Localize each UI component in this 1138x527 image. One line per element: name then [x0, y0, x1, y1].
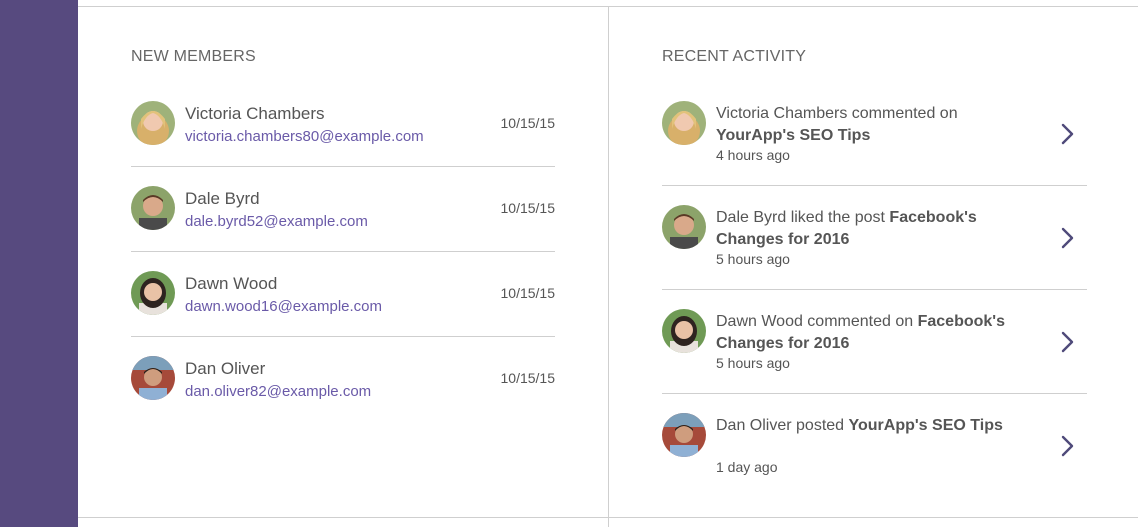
- activity-prefix: Victoria Chambers commented on: [716, 105, 958, 122]
- member-email-link[interactable]: dawn.wood16@example.com: [185, 298, 382, 315]
- sidebar: [0, 0, 78, 527]
- column-divider: [608, 6, 609, 527]
- activity-time: 4 hours ago: [716, 147, 790, 163]
- avatar: [662, 205, 706, 249]
- activity-description: Victoria Chambers commented on YourApp's…: [716, 103, 1016, 147]
- chevron-right-icon[interactable]: [1059, 331, 1075, 353]
- activity-target: YourApp's SEO Tips: [716, 127, 871, 144]
- chevron-right-icon[interactable]: [1059, 435, 1075, 457]
- member-join-date: 10/15/15: [500, 115, 556, 131]
- avatar: [662, 309, 706, 353]
- activity-time: 5 hours ago: [716, 355, 790, 371]
- activity-item[interactable]: Dan Oliver posted YourApp's SEO Tips 1 d…: [662, 413, 1087, 517]
- recent-activity-title: RECENT ACTIVITY: [662, 48, 807, 65]
- member-row[interactable]: Dale Byrd dale.byrd52@example.com 10/15/…: [131, 186, 555, 271]
- activity-target: YourApp's SEO Tips: [848, 417, 1003, 434]
- member-row[interactable]: Dan Oliver dan.oliver82@example.com 10/1…: [131, 356, 555, 441]
- member-email-link[interactable]: dan.oliver82@example.com: [185, 383, 371, 400]
- new-members-title: NEW MEMBERS: [131, 48, 256, 65]
- chevron-right-icon[interactable]: [1059, 123, 1075, 145]
- activity-time: 5 hours ago: [716, 251, 790, 267]
- activity-prefix: Dawn Wood commented on: [716, 313, 918, 330]
- row-separator: [131, 336, 555, 337]
- member-join-date: 10/15/15: [500, 200, 556, 216]
- activity-item[interactable]: Victoria Chambers commented on YourApp's…: [662, 101, 1087, 205]
- avatar: [131, 271, 175, 315]
- chevron-right-icon[interactable]: [1059, 227, 1075, 249]
- activity-item[interactable]: Dale Byrd liked the post Facebook's Chan…: [662, 205, 1087, 309]
- activity-prefix: Dan Oliver posted: [716, 417, 849, 434]
- member-join-date: 10/15/15: [500, 370, 556, 386]
- activity-prefix: Dale Byrd liked the post: [716, 209, 890, 226]
- activity-description: Dale Byrd liked the post Facebook's Chan…: [716, 207, 1016, 251]
- member-row[interactable]: Dawn Wood dawn.wood16@example.com 10/15/…: [131, 271, 555, 356]
- member-row[interactable]: Victoria Chambers victoria.chambers80@ex…: [131, 101, 555, 186]
- member-name: Dan Oliver: [185, 359, 266, 378]
- activity-description: Dawn Wood commented on Facebook's Change…: [716, 311, 1016, 355]
- avatar: [662, 413, 706, 457]
- activity-time: 1 day ago: [716, 459, 778, 475]
- activity-item[interactable]: Dawn Wood commented on Facebook's Change…: [662, 309, 1087, 413]
- member-name: Dawn Wood: [185, 274, 278, 293]
- avatar: [131, 356, 175, 400]
- avatar: [662, 101, 706, 145]
- member-name: Dale Byrd: [185, 189, 260, 208]
- avatar: [131, 186, 175, 230]
- row-separator: [131, 166, 555, 167]
- row-separator: [662, 393, 1087, 394]
- member-email-link[interactable]: victoria.chambers80@example.com: [185, 128, 424, 145]
- member-email-link[interactable]: dale.byrd52@example.com: [185, 213, 368, 230]
- row-separator: [131, 251, 555, 252]
- activity-description: Dan Oliver posted YourApp's SEO Tips: [716, 415, 1016, 437]
- avatar: [131, 101, 175, 145]
- row-separator: [662, 289, 1087, 290]
- row-separator: [662, 185, 1087, 186]
- member-join-date: 10/15/15: [500, 285, 556, 301]
- member-name: Victoria Chambers: [185, 104, 325, 123]
